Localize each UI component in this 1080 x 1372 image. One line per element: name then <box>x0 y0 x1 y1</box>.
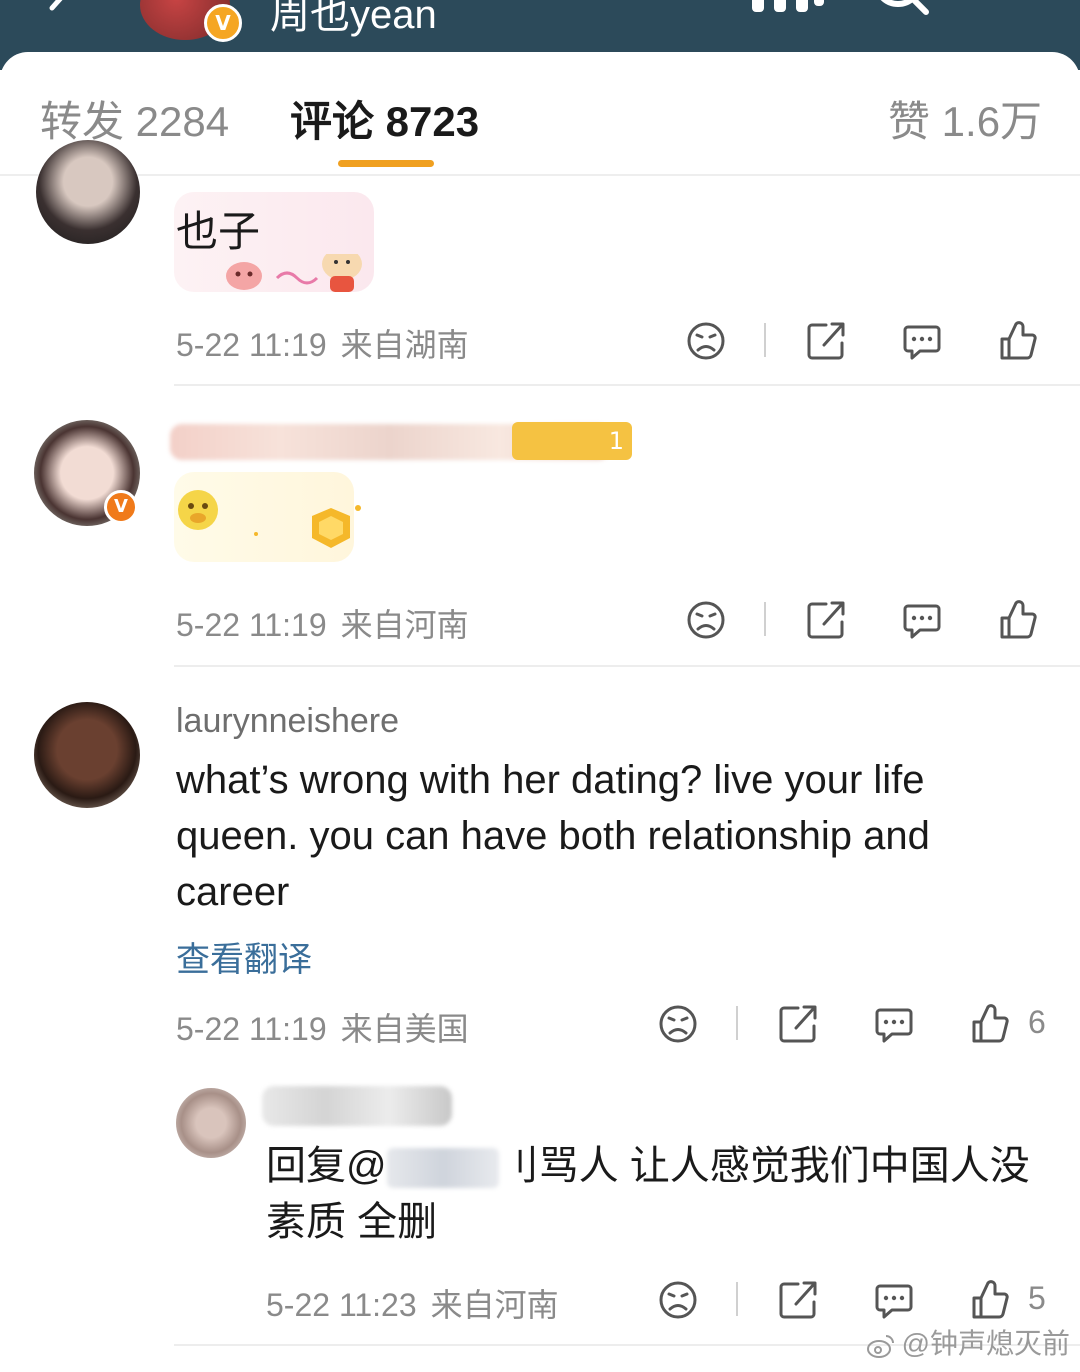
author-name[interactable]: 周也yean <box>270 0 437 40</box>
tab-comments[interactable]: 评论 8723 <box>290 88 479 149</box>
action-separator <box>764 323 766 357</box>
like-icon[interactable] <box>996 598 1040 642</box>
bars-icon[interactable] <box>750 0 826 16</box>
reply-icon[interactable] <box>872 1002 916 1046</box>
user-level-badge: 1 <box>512 422 632 460</box>
translate-link[interactable]: 查看翻译 <box>176 932 312 981</box>
action-separator <box>736 1282 738 1316</box>
dislike-icon[interactable] <box>656 1278 700 1322</box>
comment-time: 5-22 11:19 <box>176 607 327 643</box>
commenter-avatar[interactable] <box>34 702 140 808</box>
weibo-comments-screen: V 周也yean 转发 2284 评论 8723 赞 1.6万 也子 5-22 … <box>0 0 1080 1372</box>
reply-icon[interactable] <box>900 598 944 642</box>
blurred-mention <box>386 1148 499 1189</box>
comment-time: 5-22 11:19 <box>176 1011 327 1047</box>
sticker-icon <box>226 254 362 292</box>
verified-badge: V <box>204 4 242 42</box>
reply-icon[interactable] <box>900 319 944 363</box>
reply-text-line: 素质 全删 <box>266 1200 438 1244</box>
share-icon[interactable] <box>804 319 848 363</box>
reply-item: 回复@ 刂骂人 让人感觉我们中国人没 素质 全删 5-22 11:23 来自河南 <box>0 1068 1080 1358</box>
like-icon[interactable] <box>996 319 1040 363</box>
reply-suffix: 刂骂人 让人感觉我们中国人没 <box>498 1144 1030 1188</box>
comment-item: 也子 5-22 11:19 来自湖南 <box>0 140 1080 386</box>
comment-item: V 1 5-22 11:19 来自河南 <box>0 386 1080 668</box>
comment-text-line: what’s wrong with her dating? live your … <box>176 758 925 802</box>
commenter-username[interactable]: laurynneishere <box>176 702 399 741</box>
like-count: 6 <box>1028 1004 1046 1040</box>
dislike-icon[interactable] <box>684 598 728 642</box>
weibo-logo-icon <box>866 1334 894 1358</box>
reply-time: 5-22 11:23 <box>266 1287 417 1323</box>
reply-text: 回复@ 刂骂人 让人感觉我们中国人没 素质 全删 <box>266 1138 1030 1250</box>
comment-text-line: career <box>176 870 290 914</box>
watermark: @钟声熄灭前 <box>866 1322 1070 1362</box>
replier-avatar[interactable] <box>176 1088 246 1158</box>
comment-time: 5-22 11:19 <box>176 327 327 363</box>
comment-divider <box>174 665 1080 667</box>
comment-text-line: queen. you can have both relationship an… <box>176 814 930 858</box>
comment-text: 也子 <box>176 208 261 255</box>
reply-actions: 5 <box>656 1278 1056 1322</box>
search-icon[interactable] <box>870 0 930 20</box>
like-count: 5 <box>1028 1280 1046 1316</box>
reply-text-line: 回复@ 刂骂人 让人感觉我们中国人没 <box>266 1138 1030 1194</box>
dislike-icon[interactable] <box>656 1002 700 1046</box>
comment-text: what’s wrong with her dating? live your … <box>176 752 930 920</box>
comment-actions: 6 <box>656 1002 1056 1046</box>
tab-bar: 转发 2284 评论 8723 赞 1.6万 <box>0 52 1080 176</box>
reply-icon[interactable] <box>872 1278 916 1322</box>
like-icon[interactable] <box>968 1278 1012 1322</box>
comment-meta: 5-22 11:19 来自河南 <box>176 600 469 646</box>
tab-likes[interactable]: 赞 1.6万 <box>888 88 1042 149</box>
comment-location: 来自湖南 <box>340 327 469 363</box>
share-icon[interactable] <box>776 1278 820 1322</box>
action-separator <box>736 1006 738 1040</box>
comment-actions <box>684 319 1044 363</box>
reply-prefix: 回复@ <box>266 1144 387 1188</box>
share-icon[interactable] <box>804 598 848 642</box>
like-icon[interactable] <box>968 1002 1012 1046</box>
reply-meta: 5-22 11:23 来自河南 <box>266 1280 559 1326</box>
sticker-icon <box>178 490 361 548</box>
blurred-username <box>262 1086 452 1126</box>
commenter-avatar[interactable] <box>36 140 140 244</box>
action-separator <box>764 602 766 636</box>
comment-item: laurynneishere what’s wrong with her dat… <box>0 668 1080 1068</box>
active-tab-indicator <box>338 160 434 167</box>
comment-meta: 5-22 11:19 来自湖南 <box>176 320 469 366</box>
comment-meta: 5-22 11:19 来自美国 <box>176 1004 469 1050</box>
watermark-text: @钟声熄灭前 <box>901 1328 1070 1359</box>
verified-badge: V <box>104 490 138 524</box>
comment-location: 来自美国 <box>340 1011 469 1047</box>
dislike-icon[interactable] <box>684 319 728 363</box>
comment-location: 来自河南 <box>340 607 469 643</box>
comment-actions <box>684 598 1044 642</box>
tab-reposts[interactable]: 转发 2284 <box>40 88 229 149</box>
share-icon[interactable] <box>776 1002 820 1046</box>
back-arrow-icon[interactable] <box>40 0 80 28</box>
reply-location: 来自河南 <box>430 1287 559 1323</box>
